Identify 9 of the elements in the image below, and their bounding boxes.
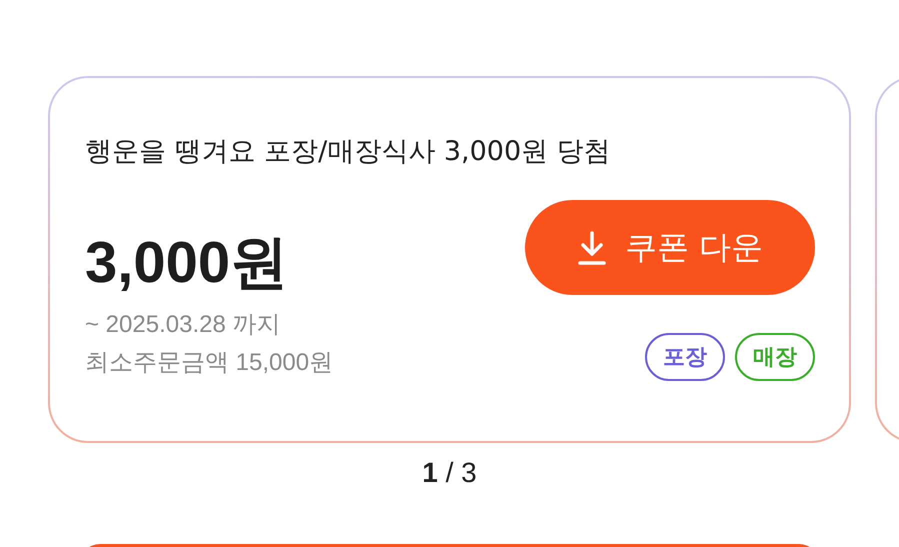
minimum-order: 최소주문금액 15,000원 xyxy=(85,348,334,378)
coupon-download-button[interactable]: 쿠폰 다운 xyxy=(525,200,815,295)
order-type-tag: 매장 xyxy=(735,333,815,381)
expiry-date: ~ 2025.03.28 까지 xyxy=(85,310,282,340)
download-icon xyxy=(576,230,607,264)
coupon-amount: 3,000원 xyxy=(85,230,290,296)
page-indicator: 1 / 3 xyxy=(422,457,477,489)
coupon-title: 행운을 땡겨요 포장/매장식사 3,000원 당첨 xyxy=(85,135,612,169)
order-type-tag: 포장 xyxy=(645,333,725,381)
